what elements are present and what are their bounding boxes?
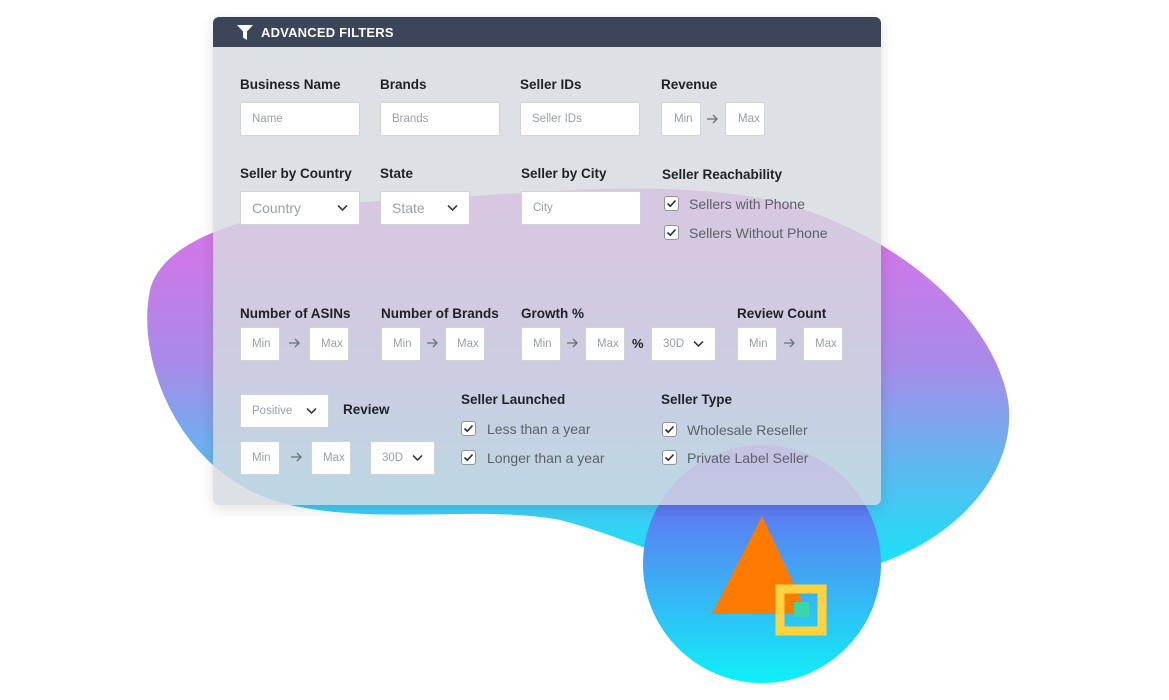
seller-type-label: Seller Type <box>661 392 733 407</box>
brands-max-input[interactable]: Max <box>445 327 485 361</box>
chevron-down-icon <box>693 340 704 348</box>
seller-city-label: Seller by City <box>521 166 607 181</box>
arrow-right-icon <box>289 338 300 348</box>
check-icon <box>463 424 474 433</box>
sellers-without-phone-label: Sellers Without Phone <box>689 225 828 241</box>
business-name-label: Business Name <box>240 77 341 92</box>
num-brands-label: Number of Brands <box>381 306 499 321</box>
city-input[interactable]: City <box>521 191 641 225</box>
state-label: State <box>380 166 414 181</box>
arrow-right-icon <box>784 338 795 348</box>
chevron-down-icon <box>412 454 423 462</box>
chevron-down-icon <box>447 204 458 212</box>
sellers-with-phone-label: Sellers with Phone <box>689 196 805 212</box>
less-than-year-label: Less than a year <box>487 421 591 437</box>
review-period-value: 30D <box>382 452 404 464</box>
country-select[interactable]: Country <box>240 191 360 225</box>
longer-than-year-checkbox[interactable] <box>461 450 476 465</box>
review-count-label: Review Count <box>737 306 827 321</box>
growth-label: Growth % <box>521 306 584 321</box>
chevron-down-icon <box>306 407 317 415</box>
panel-title: ADVANCED FILTERS <box>261 25 394 40</box>
seller-reachability-label: Seller Reachability <box>662 167 783 182</box>
business-name-input[interactable]: Name <box>240 102 360 136</box>
revenue-min-input[interactable]: Min <box>661 102 701 136</box>
asins-min-input[interactable]: Min <box>240 327 280 361</box>
review-min-input[interactable]: Min <box>240 441 280 475</box>
arrow-right-icon <box>567 338 578 348</box>
brands-input[interactable]: Brands <box>380 102 500 136</box>
arrow-right-icon <box>707 114 718 124</box>
seller-ids-label: Seller IDs <box>520 77 582 92</box>
longer-than-year-label: Longer than a year <box>487 450 605 466</box>
green-square <box>794 602 809 617</box>
state-select[interactable]: State <box>380 191 470 225</box>
review-period-select[interactable]: 30D <box>370 441 435 475</box>
private-label-seller-label: Private Label Seller <box>687 450 809 466</box>
review-sentiment-value: Positive <box>252 405 293 417</box>
arrow-right-icon <box>427 338 438 348</box>
less-than-year-checkbox[interactable] <box>461 421 476 436</box>
seller-ids-input[interactable]: Seller IDs <box>520 102 640 136</box>
seller-launched-label: Seller Launched <box>461 392 566 407</box>
check-icon <box>463 453 474 462</box>
review-count-max-input[interactable]: Max <box>803 327 843 361</box>
revenue-max-input[interactable]: Max <box>725 102 765 136</box>
asins-max-input[interactable]: Max <box>309 327 349 361</box>
review-sentiment-select[interactable]: Positive <box>240 394 329 428</box>
chevron-down-icon <box>337 204 348 212</box>
state-select-value: State <box>392 200 425 216</box>
percent-sign: % <box>632 336 644 351</box>
check-icon <box>666 199 677 208</box>
sellers-with-phone-checkbox[interactable] <box>664 196 679 211</box>
country-select-value: Country <box>252 200 302 216</box>
growth-period-select[interactable]: 30D <box>651 327 716 361</box>
wholesale-reseller-label: Wholesale Reseller <box>687 422 808 438</box>
brands-min-input[interactable]: Min <box>381 327 421 361</box>
filter-icon <box>237 25 253 40</box>
arrow-right-icon <box>291 452 302 462</box>
panel-header: ADVANCED FILTERS <box>213 17 881 47</box>
growth-max-input[interactable]: Max <box>585 327 625 361</box>
growth-min-input[interactable]: Min <box>521 327 561 361</box>
review-label: Review <box>343 402 390 417</box>
brands-label: Brands <box>380 77 427 92</box>
review-max-input[interactable]: Max <box>311 441 351 475</box>
sellers-without-phone-checkbox[interactable] <box>664 225 679 240</box>
revenue-label: Revenue <box>661 77 718 92</box>
check-icon <box>664 453 675 462</box>
review-count-min-input[interactable]: Min <box>737 327 777 361</box>
num-asins-label: Number of ASINs <box>240 306 351 321</box>
check-icon <box>666 228 677 237</box>
growth-period-value: 30D <box>663 338 685 350</box>
private-label-seller-checkbox[interactable] <box>662 450 677 465</box>
wholesale-reseller-checkbox[interactable] <box>662 422 677 437</box>
check-icon <box>664 425 675 434</box>
seller-country-label: Seller by Country <box>240 166 352 181</box>
